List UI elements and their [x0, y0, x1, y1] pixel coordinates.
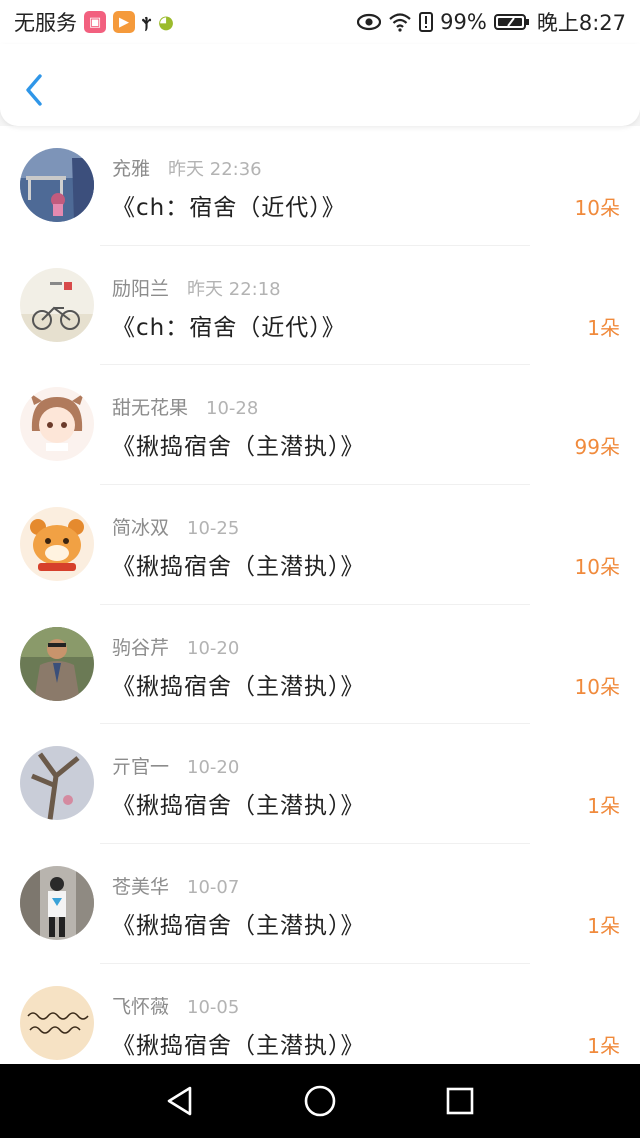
gift-time: 10-05	[187, 996, 240, 1018]
header-bar	[0, 44, 640, 126]
list-item[interactable]: 甜无花果 10-28 《揪捣宿舍（主潜执）》 99朵	[0, 365, 640, 486]
list-item[interactable]: 简冰双 10-25 《揪捣宿舍（主潜执）》 10朵	[0, 485, 640, 605]
nav-home-button[interactable]	[300, 1081, 340, 1121]
work-title[interactable]: 《ch：宿舍（近代）》	[112, 308, 346, 342]
flower-count: 10朵	[574, 196, 620, 220]
flower-count: 10朵	[574, 674, 620, 699]
work-title[interactable]: 《揪捣宿舍（主潜执）》	[112, 786, 365, 820]
flower-count: 1朵	[587, 315, 620, 340]
back-triangle-icon	[167, 1086, 192, 1116]
wifi-icon	[389, 13, 411, 32]
meta-line: 苍美华 10-07	[112, 872, 239, 899]
avatar-handwriting[interactable]	[20, 985, 94, 1060]
user-name[interactable]: 亓官一	[112, 752, 169, 779]
user-name[interactable]: 励阳兰	[112, 274, 169, 301]
flower-count: 1朵	[587, 1033, 620, 1058]
ctrip-icon: ⲯ	[142, 12, 152, 32]
user-name[interactable]: 简冰双	[112, 513, 169, 540]
avatar-anime-girl[interactable]	[20, 387, 94, 462]
nav-back-button[interactable]	[160, 1081, 200, 1121]
meta-line: 驹谷芹 10-20	[112, 633, 239, 660]
gift-time: 10-20	[187, 757, 240, 779]
gift-time: 昨天 22:36	[168, 159, 262, 180]
meta-line: 充雅 昨天 22:36	[112, 154, 262, 181]
alert-icon	[419, 12, 434, 32]
work-title[interactable]: 《ch：宿舍（近代）》	[112, 188, 346, 222]
avatar-tiger-cartoon[interactable]	[20, 507, 94, 582]
avatar-tree-sky[interactable]	[20, 746, 94, 821]
chevron-left-icon	[26, 74, 42, 106]
recents-square-icon	[446, 1087, 474, 1115]
avatar-man-suit[interactable]	[20, 626, 94, 701]
list-item[interactable]: 驹谷芹 10-20 《揪捣宿舍（主潜执）》 10朵	[0, 605, 640, 725]
status-bar: 无服务 ▣ ▶ ⲯ ◕ 99% 晚上8:27	[0, 0, 640, 44]
meta-line: 飞怀薇 10-05	[112, 992, 239, 1019]
list-item[interactable]: 苍美华 10-07 《揪捣宿舍（主潜执）》 1朵	[0, 844, 640, 964]
gift-time: 昨天 22:18	[187, 278, 281, 300]
battery-percent: 99%	[440, 10, 487, 34]
status-left: 无服务 ▣ ▶ ⲯ ◕	[14, 7, 174, 37]
user-name[interactable]: 甜无花果	[112, 393, 188, 420]
gift-time: 10-07	[187, 877, 240, 899]
video-icon: ▶	[113, 11, 135, 33]
gift-time: 10-28	[206, 398, 259, 420]
list-item[interactable]: 充雅 昨天 22:36 《ch：宿舍（近代）》 10朵	[0, 126, 640, 246]
work-title[interactable]: 《揪捣宿舍（主潜执）》	[112, 1026, 365, 1060]
gift-list: 充雅 昨天 22:36 《ch：宿舍（近代）》 10朵 励阳兰 昨天 22:18…	[0, 126, 640, 1064]
shopping-icon: ▣	[84, 11, 106, 33]
work-title[interactable]: 《揪捣宿舍（主潜执）》	[112, 906, 365, 940]
flower-count: 10朵	[574, 555, 620, 580]
user-name[interactable]: 驹谷芹	[112, 633, 169, 660]
gift-time: 10-25	[187, 518, 240, 540]
list-item[interactable]: 飞怀薇 10-05 《揪捣宿舍（主潜执）》 1朵	[0, 964, 640, 1064]
list-item[interactable]: 励阳兰 昨天 22:18 《ch：宿舍（近代）》 1朵	[0, 246, 640, 366]
home-circle-icon	[304, 1085, 336, 1117]
meta-line: 甜无花果 10-28	[112, 393, 258, 420]
back-button[interactable]	[20, 70, 50, 110]
flower-count: 1朵	[587, 914, 620, 939]
nav-recents-button[interactable]	[440, 1081, 480, 1121]
user-name[interactable]: 充雅	[112, 154, 150, 181]
meta-line: 亓官一 10-20	[112, 752, 239, 779]
user-name[interactable]: 苍美华	[112, 872, 169, 899]
avatar-bicycle-illustration[interactable]	[20, 267, 94, 342]
work-title[interactable]: 《揪捣宿舍（主潜执）》	[112, 667, 365, 701]
work-title[interactable]: 《揪捣宿舍（主潜执）》	[112, 427, 365, 461]
clock-text: 晚上8:27	[536, 11, 626, 35]
flower-count: 99朵	[574, 435, 620, 460]
system-nav-bar	[0, 1064, 640, 1138]
work-title[interactable]: 《揪捣宿舍（主潜执）》	[112, 547, 365, 581]
meta-line: 励阳兰 昨天 22:18	[112, 274, 281, 301]
avatar-person-street[interactable]	[20, 866, 94, 941]
eye-icon	[357, 13, 382, 31]
flower-count: 1朵	[587, 794, 620, 819]
user-name[interactable]: 飞怀薇	[112, 992, 169, 1019]
gift-time: 10-20	[187, 637, 240, 659]
bulb-icon: ◕	[158, 11, 174, 33]
avatar-bridge-photo[interactable]	[20, 148, 94, 222]
carrier-text: 无服务	[14, 11, 77, 35]
list-item[interactable]: 亓官一 10-20 《揪捣宿舍（主潜执）》 1朵	[0, 724, 640, 845]
status-right: 99% 晚上8:27	[357, 7, 626, 37]
meta-line: 简冰双 10-25	[112, 513, 239, 540]
battery-icon	[493, 14, 529, 30]
